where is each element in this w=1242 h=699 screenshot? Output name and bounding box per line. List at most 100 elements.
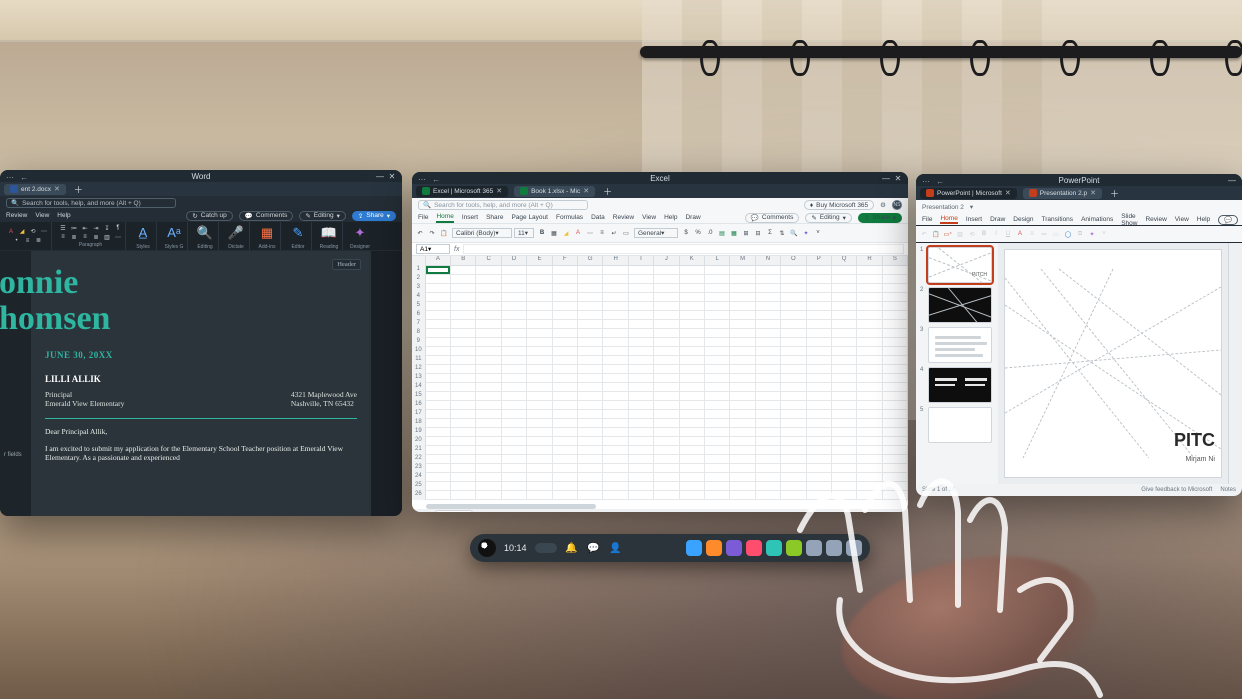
- cell[interactable]: [781, 302, 806, 311]
- cell[interactable]: [578, 338, 603, 347]
- cell[interactable]: [730, 455, 755, 464]
- sort-icon[interactable]: ⇅: [778, 229, 786, 237]
- cell[interactable]: [502, 311, 527, 320]
- cell[interactable]: [730, 329, 755, 338]
- row-header[interactable]: 11: [412, 356, 426, 365]
- cell[interactable]: [857, 401, 882, 410]
- menu-item[interactable]: Home: [436, 213, 453, 223]
- cell[interactable]: [832, 329, 857, 338]
- cell[interactable]: [781, 347, 806, 356]
- cell[interactable]: [883, 302, 908, 311]
- cell[interactable]: [883, 392, 908, 401]
- cell[interactable]: [857, 311, 882, 320]
- redo-icon[interactable]: ↷: [428, 229, 436, 237]
- table-icon[interactable]: ▦: [730, 229, 738, 237]
- cell[interactable]: [629, 455, 654, 464]
- cell[interactable]: [527, 356, 552, 365]
- menu-item[interactable]: File: [922, 216, 932, 223]
- undo-icon[interactable]: ↶: [920, 230, 928, 238]
- cell[interactable]: [883, 491, 908, 500]
- cell[interactable]: [680, 455, 705, 464]
- cell[interactable]: [781, 275, 806, 284]
- cell[interactable]: [553, 437, 578, 446]
- tab-close-icon[interactable]: ✕: [1090, 189, 1096, 197]
- cell[interactable]: [857, 374, 882, 383]
- currency-icon[interactable]: $: [682, 229, 690, 237]
- slide-thumb[interactable]: 1 PITCH: [920, 247, 994, 283]
- new-tab-button[interactable]: ＋: [72, 183, 85, 196]
- cell[interactable]: [426, 293, 451, 302]
- cell[interactable]: [705, 482, 730, 491]
- excel-grid[interactable]: ABCDEFGHIJKLMNOPQRS 12345678910111213141…: [412, 256, 908, 509]
- cond-format-icon[interactable]: ▤: [718, 229, 726, 237]
- autosum-icon[interactable]: Σ: [766, 229, 774, 237]
- cell[interactable]: [857, 329, 882, 338]
- editor-icon[interactable]: ✎: [288, 223, 308, 243]
- row-header[interactable]: 4: [412, 293, 426, 302]
- cell[interactable]: [705, 419, 730, 428]
- cell[interactable]: [476, 275, 501, 284]
- cell[interactable]: [426, 365, 451, 374]
- cell[interactable]: [781, 401, 806, 410]
- row-header[interactable]: 7: [412, 320, 426, 329]
- close-icon[interactable]: ✕: [386, 170, 398, 182]
- excel-tab[interactable]: Excel | Microsoft 365 ✕: [416, 186, 508, 197]
- cell[interactable]: [756, 455, 781, 464]
- menu-item[interactable]: Review: [1145, 216, 1166, 223]
- number-format[interactable]: General ▾: [634, 228, 678, 238]
- cell[interactable]: [502, 437, 527, 446]
- cell[interactable]: [603, 293, 628, 302]
- cell[interactable]: [883, 428, 908, 437]
- cell[interactable]: [756, 482, 781, 491]
- cell[interactable]: [629, 374, 654, 383]
- cell[interactable]: [654, 356, 679, 365]
- cell[interactable]: [654, 464, 679, 473]
- cell[interactable]: [502, 356, 527, 365]
- cell[interactable]: [603, 383, 628, 392]
- menu-item[interactable]: Data: [591, 214, 605, 221]
- search-input[interactable]: 🔍 Search for tools, help, and more (Alt …: [6, 198, 176, 208]
- sort-icon[interactable]: ↧: [103, 224, 111, 232]
- cell[interactable]: [857, 428, 882, 437]
- cell[interactable]: [680, 401, 705, 410]
- cell[interactable]: [426, 437, 451, 446]
- cell[interactable]: [680, 374, 705, 383]
- menu-item[interactable]: Insert: [462, 214, 478, 221]
- cell[interactable]: [781, 356, 806, 365]
- cell[interactable]: [629, 410, 654, 419]
- cell[interactable]: [578, 383, 603, 392]
- cell[interactable]: [527, 320, 552, 329]
- font-color-icon[interactable]: A: [574, 229, 582, 237]
- cell[interactable]: [578, 428, 603, 437]
- cell[interactable]: [426, 275, 451, 284]
- cell[interactable]: [807, 365, 832, 374]
- cell[interactable]: [603, 266, 628, 275]
- cell[interactable]: [832, 275, 857, 284]
- cell[interactable]: [705, 365, 730, 374]
- slide-canvas[interactable]: PITC Mirjam Ni: [1004, 249, 1222, 478]
- column-header[interactable]: B: [451, 256, 476, 265]
- cell[interactable]: [807, 347, 832, 356]
- cell[interactable]: [730, 410, 755, 419]
- row-header[interactable]: 19: [412, 428, 426, 437]
- cell[interactable]: [807, 338, 832, 347]
- cell[interactable]: [832, 491, 857, 500]
- cell[interactable]: [730, 401, 755, 410]
- cell[interactable]: [730, 446, 755, 455]
- cell[interactable]: [426, 392, 451, 401]
- menu-item[interactable]: Review: [6, 212, 27, 219]
- cell[interactable]: [553, 455, 578, 464]
- cell[interactable]: [553, 446, 578, 455]
- clear-format-icon[interactable]: ⟲: [29, 228, 37, 236]
- column-header[interactable]: R: [857, 256, 882, 265]
- menu-item[interactable]: Help: [57, 212, 70, 219]
- cell[interactable]: [476, 437, 501, 446]
- cell[interactable]: [502, 293, 527, 302]
- cell[interactable]: [553, 410, 578, 419]
- cell[interactable]: [705, 302, 730, 311]
- cell[interactable]: [756, 383, 781, 392]
- cell[interactable]: [680, 392, 705, 401]
- cell[interactable]: [705, 374, 730, 383]
- cell[interactable]: [807, 437, 832, 446]
- cell[interactable]: [883, 464, 908, 473]
